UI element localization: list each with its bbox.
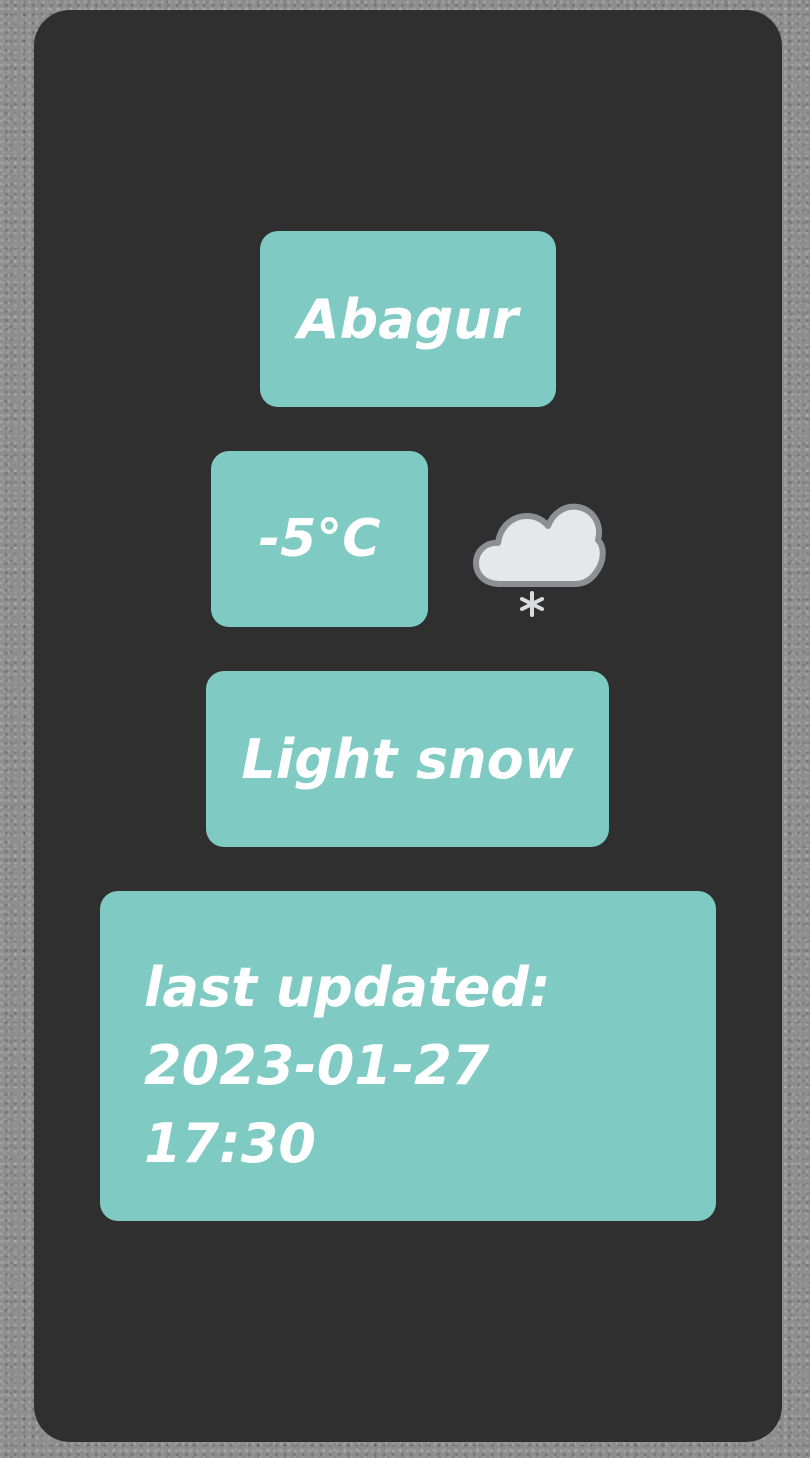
last-updated-label: last updated:: [144, 956, 551, 1019]
cloud-snow-icon: [473, 503, 606, 617]
last-updated-date: 2023-01-27: [144, 1034, 490, 1097]
city-name: Abagur: [260, 231, 556, 407]
last-updated-time: 17:30: [144, 1112, 316, 1175]
weather-condition: Light snow: [206, 671, 609, 847]
last-updated-panel: last updated: 2023-01-27 17:30: [100, 891, 716, 1221]
temperature: -5°C: [211, 451, 428, 627]
weather-card: Abagur -5°C Light snow last updated: 202…: [34, 10, 782, 1442]
